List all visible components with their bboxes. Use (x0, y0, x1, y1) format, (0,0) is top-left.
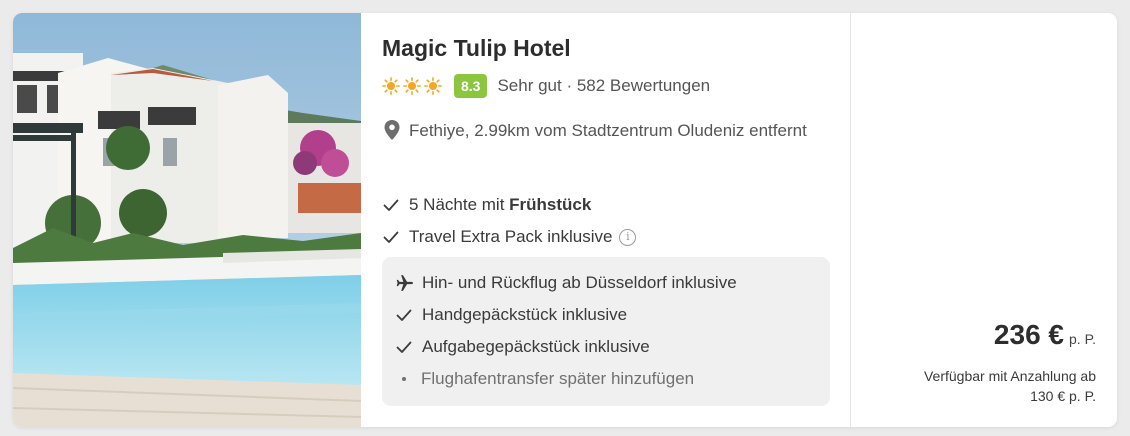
bullet-icon (402, 377, 406, 381)
checked-luggage-label: Aufgabegepäckstück inklusive (422, 337, 650, 356)
deposit-line-2: 130 € p. P. (1030, 388, 1096, 404)
check-icon (383, 231, 399, 243)
hotel-name[interactable]: Magic Tulip Hotel (382, 35, 571, 62)
price-amount: 236 € (993, 319, 1064, 350)
sun-icon (424, 77, 442, 95)
feature-nights: 5 Nächte mit Frühstück (382, 193, 591, 217)
check-icon (396, 309, 412, 321)
hand-luggage-label: Handgepäckstück inklusive (422, 305, 628, 324)
hotel-photo[interactable] (13, 13, 361, 427)
board-type: Frühstück (509, 195, 592, 214)
sun-icon (403, 77, 421, 95)
check-icon (396, 341, 412, 353)
map-pin-icon (384, 120, 400, 140)
score-badge: 8.3 (454, 74, 488, 98)
deposit-info: Verfügbar mit Anzahlung ab 130 € p. P. (856, 366, 1096, 406)
rating-row: 8.3 Sehr gut · 582 Bewertungen (382, 73, 710, 99)
sun-rating (382, 77, 442, 95)
checked-luggage: Aufgabegepäckstück inklusive (395, 335, 650, 359)
deposit-line-1: Verfügbar mit Anzahlung ab (923, 368, 1096, 384)
location: Fethiye, 2.99km vom Stadtzentrum Oludeni… (382, 117, 812, 144)
feature-travel-pack: Travel Extra Pack inklusive i (382, 225, 637, 249)
location-text: Fethiye, 2.99km vom Stadtzentrum Oludeni… (409, 121, 807, 140)
info-icon[interactable]: i (619, 228, 637, 246)
flight-route-label: Hin- und Rückflug ab Düsseldorf inklusiv… (422, 273, 737, 292)
offer-details: Magic Tulip Hotel 8.3 Sehr gut · 582 Bew… (382, 13, 852, 427)
flight-route: Hin- und Rückflug ab Düsseldorf inklusiv… (395, 271, 737, 295)
travel-pack-label: Travel Extra Pack inklusive (409, 227, 613, 246)
plane-icon (396, 275, 413, 291)
rating-summary[interactable]: Sehr gut · 582 Bewertungen (497, 76, 710, 96)
flight-box: Hin- und Rückflug ab Düsseldorf inklusiv… (382, 257, 830, 406)
hotel-offer-card[interactable]: Magic Tulip Hotel 8.3 Sehr gut · 582 Bew… (13, 13, 1117, 427)
price-column[interactable]: 236 € p. P. Verfügbar mit Anzahlung ab 1… (850, 13, 1117, 427)
price: 236 € p. P. (994, 319, 1096, 351)
check-icon (383, 199, 399, 211)
nights-label: 5 Nächte mit (409, 195, 510, 214)
airport-transfer-label: Flughafentransfer später hinzufügen (421, 369, 695, 388)
sun-icon (382, 77, 400, 95)
airport-transfer: Flughafentransfer später hinzufügen (395, 367, 694, 391)
hand-luggage: Handgepäckstück inklusive (395, 303, 627, 327)
price-unit: p. P. (1069, 331, 1096, 347)
